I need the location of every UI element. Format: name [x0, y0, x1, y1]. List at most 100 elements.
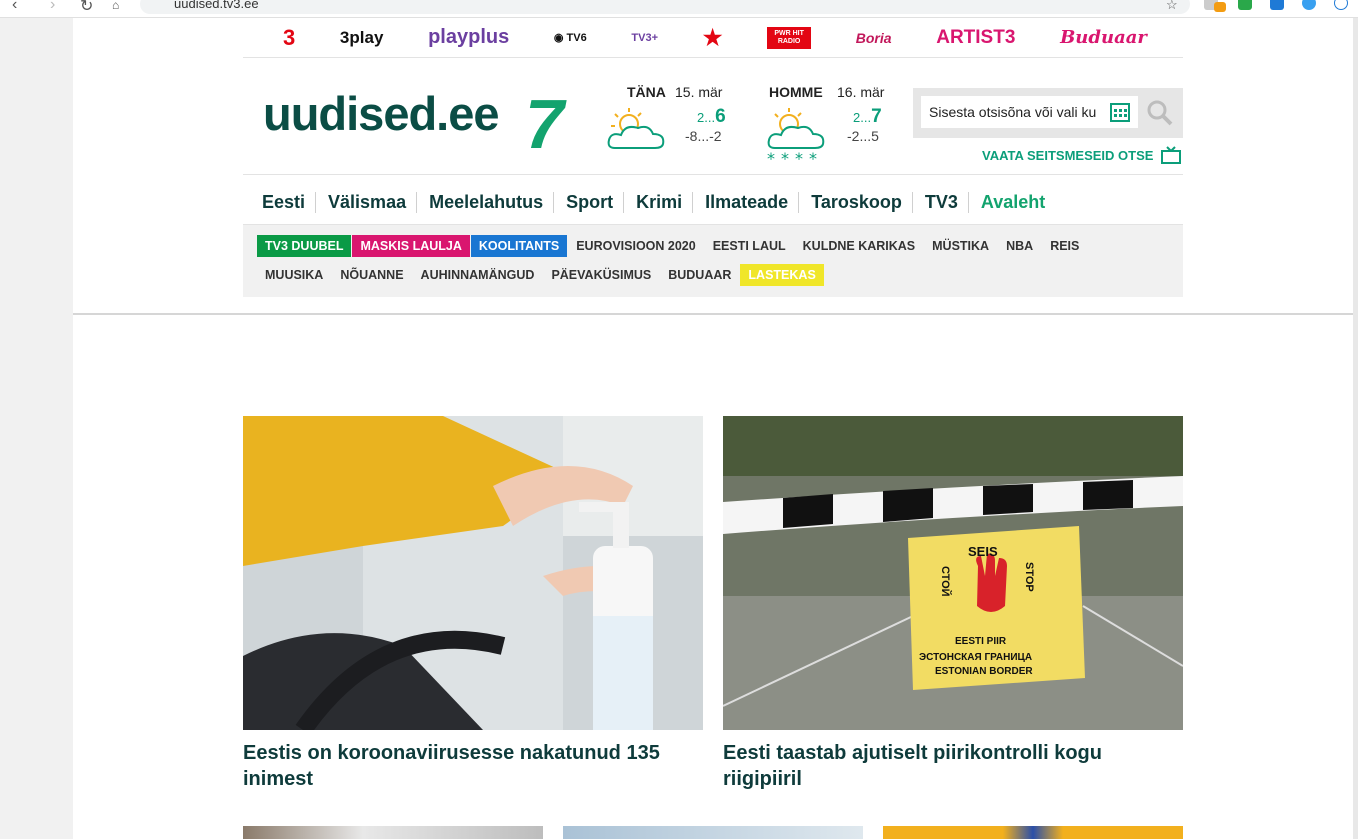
main-nav: Eesti Välismaa Meelelahutus Sport Krimi …: [243, 188, 1055, 216]
tag-bar: TV3 DUUBEL MASKIS LAULJA KOOLITANTS EUROVIS…: [243, 225, 1183, 297]
brand-star-logo[interactable]: ★: [703, 25, 723, 51]
sign-line-3: ESTONIAN BORDER: [935, 666, 1033, 677]
partly-cloudy-icon: [607, 108, 665, 149]
brand-artist3-logo[interactable]: ARTIST3: [936, 27, 1015, 49]
weather-date: 15. mär: [675, 84, 723, 100]
calendar-icon[interactable]: [1109, 101, 1131, 123]
brand-tv3plus-logo[interactable]: TV3+: [631, 32, 658, 44]
article-card[interactable]: Eestis on koroonaviirusesse nakatunud 13…: [243, 416, 703, 792]
scrollbar[interactable]: [1353, 18, 1358, 839]
weather-high-value: 7: [871, 106, 882, 127]
tag-auhinnamängud[interactable]: AUHINNAMÄNGUD: [413, 264, 543, 286]
article-thumbnail[interactable]: [243, 826, 543, 839]
tag-eesti-laul[interactable]: EESTI LAUL: [705, 235, 794, 257]
divider: [243, 174, 1183, 175]
search-input[interactable]: Sisesta otsisõna või vali ku: [921, 96, 1138, 128]
profile-icon[interactable]: [1334, 0, 1348, 10]
weather-high-prefix: 2...: [697, 110, 716, 125]
extension-icon[interactable]: [1302, 0, 1316, 10]
page: 3 3play playplus ◉ TV6 TV3+ ★ PWR HIT RA…: [73, 18, 1353, 839]
extension-icon[interactable]: [1270, 0, 1284, 10]
site-logo[interactable]: uudised.ee 7: [263, 85, 564, 163]
site-logo-text: uudised.ee: [263, 87, 500, 140]
address-bar[interactable]: uudised.tv3.ee: [140, 0, 1190, 14]
brand-tv6-label: TV6: [566, 32, 587, 44]
tag-muusika[interactable]: MUUSIKA: [257, 264, 331, 286]
tag-kuldne-karikas[interactable]: KULDNE KARIKAS: [795, 235, 924, 257]
article-image-border[interactable]: SEIS СТОЙ STOP EESTI PIIR ЭСТОНСКАЯ ГРАН…: [723, 416, 1183, 730]
tag-lastekas[interactable]: LASTEKAS: [740, 264, 824, 286]
weather-high: 2...6: [697, 106, 726, 128]
svg-text:*: *: [809, 149, 817, 166]
article-thumbnail[interactable]: [563, 826, 863, 839]
weather-day-label: HOMME: [769, 84, 823, 100]
article-card[interactable]: SEIS СТОЙ STOP EESTI PIIR ЭСТОНСКАЯ ГРАН…: [723, 416, 1183, 792]
browser-toolbar: ‹ › ↻ ⌂ uudised.tv3.ee ☆: [0, 0, 1358, 18]
nav-item-meelelahutus[interactable]: Meelelahutus: [416, 191, 553, 213]
tag-buduaar[interactable]: BUDUAAR: [660, 264, 739, 286]
tag-päevaküsimus[interactable]: PÄEVAKÜSIMUS: [543, 264, 659, 286]
snow-cloud-icon: * * * *: [767, 108, 825, 166]
site-logo-digit: 7: [525, 85, 564, 163]
reload-icon[interactable]: ↻: [80, 0, 93, 16]
brand-strip: 3 3play playplus ◉ TV6 TV3+ ★ PWR HIT RA…: [243, 18, 1183, 58]
weather-low: -2...5: [847, 128, 879, 144]
article-title[interactable]: Eestis on koroonaviirusesse nakatunud 13…: [243, 740, 703, 792]
weather-low: -8...-2: [685, 128, 722, 144]
article-title[interactable]: Eesti taastab ajutiselt piirikontrolli k…: [723, 740, 1183, 792]
nav-item-avaleht[interactable]: Avaleht: [967, 191, 1055, 213]
sign-seis-text: SEIS: [968, 544, 998, 559]
brand-pwr-hit-radio-logo[interactable]: PWR HIT RADIO: [767, 26, 812, 49]
extension-icon[interactable]: [1238, 0, 1252, 10]
border-barrier-photo: SEIS СТОЙ STOP EESTI PIIR ЭСТОНСКАЯ ГРАН…: [723, 416, 1183, 730]
sign-line-2: ЭСТОНСКАЯ ГРАНИЦА: [919, 652, 1032, 663]
weather-today[interactable]: TÄNA 15. mär 2...6 -8...-2: [605, 82, 745, 172]
sign-line-1: EESTI PIIR: [955, 636, 1007, 647]
weather-day-label: TÄNA: [627, 84, 666, 100]
back-icon[interactable]: ‹: [12, 0, 17, 14]
tag-maskis-laulja[interactable]: MASKIS LAULJA: [352, 235, 470, 257]
weather-date: 16. mär: [837, 84, 885, 100]
bookmark-star-icon[interactable]: ☆: [1166, 0, 1178, 13]
nav-item-ilmateade[interactable]: Ilmateade: [692, 191, 798, 213]
tv-icon: [1161, 146, 1182, 164]
article-thumbnail[interactable]: [883, 826, 1183, 839]
watch-live-link[interactable]: VAATA SEITSMESEID OTSE: [982, 146, 1182, 164]
url-text: uudised.tv3.ee: [174, 0, 259, 11]
article-image-sanitizer[interactable]: [243, 416, 703, 730]
sanitizer-photo: [243, 416, 703, 730]
nav-item-tv3[interactable]: TV3: [911, 191, 968, 213]
nav-item-taroskoop[interactable]: Taroskoop: [798, 191, 912, 213]
tag-reis[interactable]: REIS: [1042, 235, 1087, 257]
search-icon[interactable]: [1147, 100, 1173, 126]
weather-tomorrow[interactable]: HOMME 16. mär * * * * 2...7 -2...5: [765, 82, 905, 172]
brand-buduaar-logo[interactable]: Buduaar: [1060, 27, 1147, 48]
header-divider: [73, 313, 1353, 315]
tag-nba[interactable]: NBA: [998, 235, 1041, 257]
nav-item-valismaa[interactable]: Välismaa: [315, 191, 416, 213]
brand-playplus-logo[interactable]: playplus: [428, 26, 509, 49]
svg-text:*: *: [795, 149, 803, 166]
watch-live-label: VAATA SEITSMESEID OTSE: [982, 148, 1154, 163]
brand-3play-logo[interactable]: 3play: [340, 28, 383, 48]
search-panel: Sisesta otsisõna või vali ku: [913, 88, 1183, 138]
tag-müstika[interactable]: MÜSTIKA: [924, 235, 997, 257]
tag-tv3-duubel[interactable]: TV3 DUUBEL: [257, 235, 352, 257]
extension-badge-icon: [1214, 2, 1226, 12]
tag-koolitants[interactable]: KOOLITANTS: [470, 235, 568, 257]
weather-high: 2...7: [853, 106, 882, 128]
brand-3-logo[interactable]: 3: [283, 25, 295, 51]
nav-item-sport[interactable]: Sport: [553, 191, 623, 213]
brand-tv6-logo[interactable]: ◉ TV6: [554, 31, 587, 44]
forward-icon[interactable]: ›: [50, 0, 55, 14]
weather-high-value: 6: [715, 106, 726, 127]
nav-item-krimi[interactable]: Krimi: [623, 191, 692, 213]
sign-stoi-text: СТОЙ: [939, 566, 952, 597]
tag-nõuanne[interactable]: NÕUANNE: [332, 264, 411, 286]
tag-eurovisioon-2020[interactable]: EUROVISIOON 2020: [568, 235, 704, 257]
home-icon[interactable]: ⌂: [112, 0, 119, 12]
svg-text:*: *: [781, 149, 789, 166]
nav-item-eesti[interactable]: Eesti: [243, 192, 315, 213]
sign-stop-text: STOP: [1023, 562, 1035, 592]
brand-boria-logo[interactable]: Boria: [856, 30, 892, 46]
